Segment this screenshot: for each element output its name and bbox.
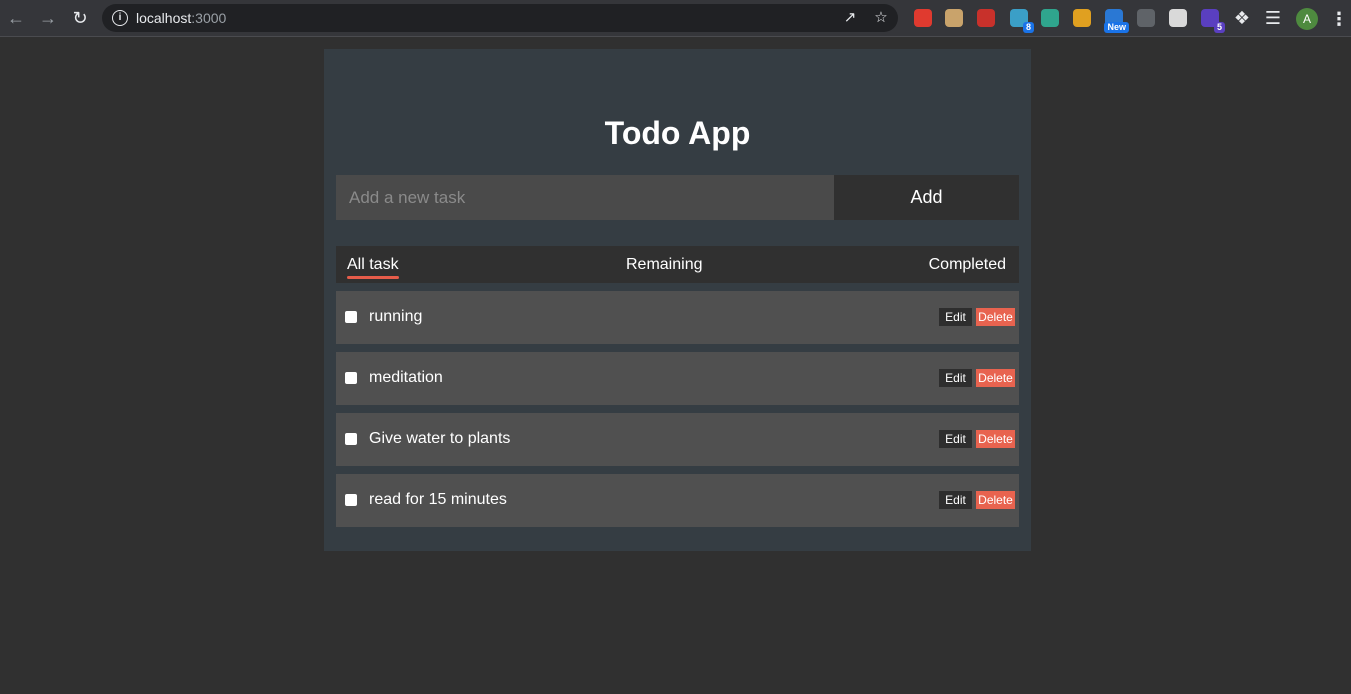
filter-all-tab[interactable]: All task [347, 256, 399, 279]
delete-button[interactable]: Delete [976, 430, 1015, 448]
delete-button[interactable]: Delete [976, 491, 1015, 509]
gray-extension-icon[interactable] [1137, 9, 1155, 27]
task-checkbox[interactable] [345, 311, 357, 323]
filter-bar: All task Remaining Completed [336, 246, 1019, 283]
address-bar[interactable]: i localhost:3000 ↗ ☆ [102, 4, 898, 32]
new-task-input[interactable] [336, 175, 834, 220]
address-url[interactable]: localhost:3000 [136, 10, 226, 26]
task-label: Give water to plants [369, 430, 511, 447]
profile-avatar[interactable]: A [1296, 8, 1318, 30]
reading-list-icon[interactable]: ☰ [1263, 8, 1283, 28]
extension-badge: 8 [1022, 22, 1034, 33]
tracker-extension-icon[interactable]: 8 [1010, 9, 1034, 33]
bookmark-star-icon[interactable]: ☆ [872, 9, 890, 27]
extension-badge: 5 [1213, 22, 1225, 33]
task-checkbox[interactable] [345, 494, 357, 506]
new-extension-icon[interactable]: New [1104, 9, 1129, 33]
task-item: running Edit Delete [336, 291, 1019, 344]
browser-menu-icon[interactable]: ⋮ [1330, 8, 1348, 30]
active-tab-underline [347, 276, 399, 279]
add-task-button[interactable]: Add [834, 175, 1019, 220]
task-item: meditation Edit Delete [336, 352, 1019, 405]
purple-extension-icon[interactable]: 5 [1201, 9, 1225, 33]
task-label: running [369, 308, 423, 325]
back-arrow-icon[interactable]: ← [6, 8, 26, 28]
browser-toolbar: ← → ↻ i localhost:3000 ↗ ☆ 8 New 5 ❖ ☰ A ⋮ [0, 0, 1351, 37]
edit-button[interactable]: Edit [939, 308, 972, 326]
edit-button[interactable]: Edit [939, 430, 972, 448]
extensions-puzzle-icon[interactable]: ❖ [1232, 8, 1252, 28]
edit-button[interactable]: Edit [939, 369, 972, 387]
adblock-icon[interactable] [914, 9, 932, 27]
todo-app-card: Todo App Add All task Remaining Complete… [324, 49, 1031, 551]
filter-all-label: All task [347, 256, 399, 273]
task-item: read for 15 minutes Edit Delete [336, 474, 1019, 527]
filter-remaining-tab[interactable]: Remaining [626, 256, 702, 274]
delete-button[interactable]: Delete [976, 308, 1015, 326]
ring-extension-icon[interactable] [1041, 9, 1059, 27]
task-checkbox[interactable] [345, 372, 357, 384]
task-checkbox[interactable] [345, 433, 357, 445]
red-extension-icon[interactable] [977, 9, 995, 27]
site-info-icon[interactable]: i [112, 10, 128, 26]
task-label: meditation [369, 369, 443, 386]
url-port: :3000 [191, 10, 227, 26]
share-icon[interactable]: ↗ [841, 9, 859, 27]
delete-button[interactable]: Delete [976, 369, 1015, 387]
page-title: Todo App [604, 115, 751, 151]
reload-icon[interactable]: ↻ [70, 8, 90, 28]
color-picker-icon[interactable] [1073, 9, 1091, 27]
filter-completed-tab[interactable]: Completed [929, 256, 1006, 274]
extension-badge: New [1104, 22, 1129, 33]
task-item: Give water to plants Edit Delete [336, 413, 1019, 466]
edit-button[interactable]: Edit [939, 491, 972, 509]
owl-icon[interactable] [945, 9, 963, 27]
url-host: localhost [136, 10, 192, 26]
notes-extension-icon[interactable] [1169, 9, 1187, 27]
task-label: read for 15 minutes [369, 491, 507, 508]
forward-arrow-icon[interactable]: → [38, 8, 58, 28]
